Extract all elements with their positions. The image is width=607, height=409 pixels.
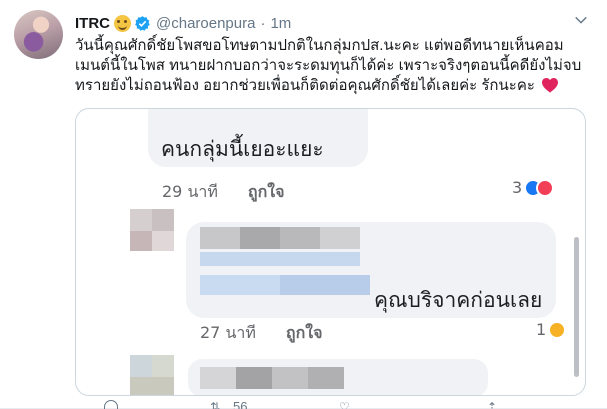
like-icon[interactable]: ♡ bbox=[339, 400, 350, 409]
retweet-icon[interactable]: ⇅ bbox=[210, 400, 220, 409]
timestamp[interactable]: 1m bbox=[270, 15, 291, 32]
comment-like-label: ถูกใจ bbox=[247, 182, 285, 201]
comment-time: 29 นาที bbox=[162, 182, 218, 201]
attached-image[interactable]: คนกลุ่มนี้เยอะแยะ 29 นาที ถูกใจ 3 คุณบริ… bbox=[75, 108, 586, 396]
reaction-count: 3 bbox=[512, 178, 523, 197]
verified-badge-icon bbox=[135, 15, 150, 31]
comment-meta-2: 27 นาที ถูกใจ bbox=[200, 321, 322, 346]
tweet-actions: ⇅ 56 ♡ ⇡ bbox=[75, 399, 535, 409]
haha-reaction-icon bbox=[548, 320, 567, 339]
comment-meta: 29 นาที ถูกใจ bbox=[162, 180, 284, 205]
red-heart-icon bbox=[542, 77, 559, 93]
reaction-summary: 3 bbox=[512, 178, 555, 197]
avatar[interactable] bbox=[14, 10, 63, 59]
comment-text-2: คุณบริจาคก่อนเลย bbox=[374, 288, 543, 312]
handle[interactable]: @charoenpura bbox=[156, 15, 255, 32]
tweet[interactable]: ITRC @charoenpura · 1m วันนี้คุณศักดิ์ชั… bbox=[0, 0, 607, 409]
reply-icon[interactable] bbox=[104, 400, 118, 409]
header-separator: · bbox=[260, 14, 266, 32]
retweet-count: 56 bbox=[233, 399, 248, 409]
tweet-text-body: วันนี้คุณศักดิ์ชัยโพสขอโทษตามปกติในกลุ่ม… bbox=[75, 37, 582, 94]
comment-time-2: 27 นาที bbox=[200, 323, 256, 342]
comment-like-label-2: ถูกใจ bbox=[285, 323, 323, 342]
emoji-face-icon bbox=[114, 14, 131, 32]
reaction-summary-2: 1 bbox=[536, 320, 567, 339]
comment-text: คนกลุ่มนี้เยอะแยะ bbox=[161, 137, 324, 161]
tweet-header: ITRC @charoenpura · 1m bbox=[75, 13, 291, 33]
love-reaction-icon bbox=[536, 178, 555, 197]
reaction-count-2: 1 bbox=[536, 320, 547, 339]
display-name[interactable]: ITRC bbox=[75, 15, 110, 32]
chevron-down-icon[interactable] bbox=[572, 11, 590, 29]
share-icon[interactable]: ⇡ bbox=[487, 400, 497, 409]
scrollbar[interactable] bbox=[574, 237, 579, 377]
tweet-text: วันนี้คุณศักดิ์ชัยโพสขอโทษตามปกติในกลุ่ม… bbox=[75, 36, 585, 96]
